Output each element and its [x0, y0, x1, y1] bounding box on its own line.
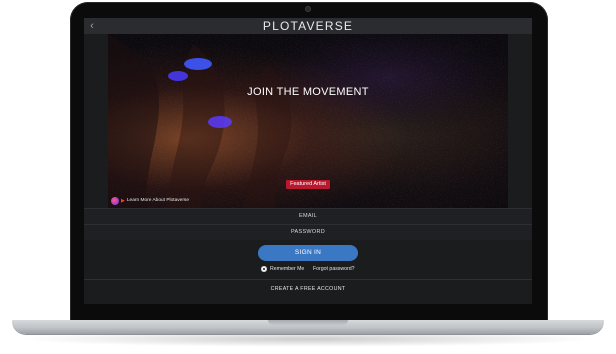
forgot-password-link[interactable]: Forgot password? — [313, 264, 355, 274]
screen: ‹ PLOTAVERSE JOIN THE MOVEMENT Featured … — [84, 18, 532, 304]
learn-more-link[interactable]: ▶ Learn More About Plotaverse — [111, 196, 189, 206]
flag-icon: ▶ — [121, 198, 125, 204]
remember-me-radio[interactable] — [261, 266, 267, 272]
create-account-link[interactable]: CREATE A FREE ACCOUNT — [84, 284, 532, 294]
featured-artist-badge[interactable]: Featured Artist — [286, 180, 330, 189]
brand-logo[interactable]: PLOTAVERSE — [84, 20, 532, 32]
remember-me-label[interactable]: Remember Me — [270, 264, 304, 274]
info-icon — [111, 197, 119, 205]
email-field[interactable]: EMAIL — [84, 208, 532, 224]
top-bar: ‹ PLOTAVERSE — [84, 18, 532, 34]
password-field[interactable]: PASSWORD — [84, 224, 532, 240]
sign-in-button[interactable]: SIGN IN — [258, 245, 358, 261]
laptop-notch — [268, 320, 348, 325]
remember-row: Remember Me Forgot password? — [84, 264, 532, 274]
divider — [84, 279, 532, 280]
camera-icon — [305, 6, 311, 12]
hero-banner: JOIN THE MOVEMENT Featured Artist ▶ Lear… — [108, 34, 508, 208]
learn-more-text: Learn More About Plotaverse — [126, 198, 189, 203]
hero-title: JOIN THE MOVEMENT — [247, 86, 369, 98]
